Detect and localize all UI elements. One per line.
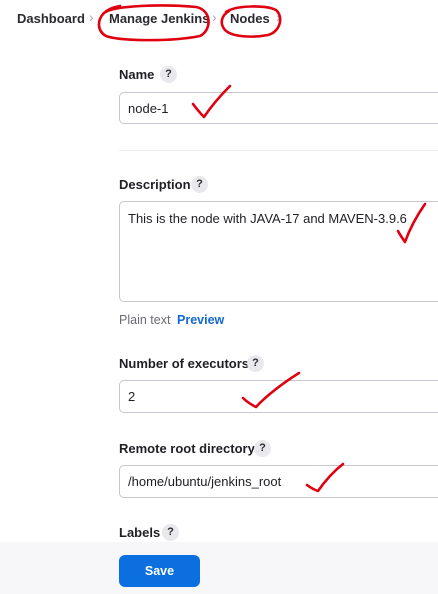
help-icon[interactable]: ? bbox=[191, 176, 208, 193]
save-button[interactable]: Save bbox=[119, 555, 200, 587]
name-value: node-1 bbox=[128, 100, 169, 116]
help-icon[interactable]: ? bbox=[160, 66, 177, 83]
bottom-action-bar bbox=[0, 542, 438, 594]
name-label: Name bbox=[119, 67, 155, 82]
remote-root-input[interactable]: /home/ubuntu/jenkins_root bbox=[119, 465, 438, 498]
breadcrumb: Dashboard › Manage Jenkins › Nodes › bbox=[0, 0, 438, 38]
preview-link[interactable]: Preview bbox=[177, 313, 224, 327]
breadcrumb-nodes[interactable]: Nodes bbox=[230, 11, 270, 26]
remote-root-value: /home/ubuntu/jenkins_root bbox=[128, 474, 282, 489]
executors-input[interactable]: 2 bbox=[119, 380, 438, 413]
executors-label: Number of executors bbox=[119, 356, 250, 371]
help-icon[interactable]: ? bbox=[162, 524, 179, 541]
description-value: This is the node with JAVA-17 and MAVEN-… bbox=[128, 211, 407, 226]
help-icon[interactable]: ? bbox=[247, 355, 264, 372]
description-label: Description bbox=[119, 177, 191, 192]
help-icon[interactable]: ? bbox=[254, 440, 271, 457]
breadcrumb-dashboard[interactable]: Dashboard bbox=[17, 11, 85, 26]
breadcrumb-separator-icon: › bbox=[276, 9, 281, 25]
executors-value: 2 bbox=[128, 389, 136, 404]
labels-label: Labels bbox=[119, 525, 161, 540]
breadcrumb-separator-icon: › bbox=[89, 9, 94, 25]
description-textarea[interactable]: This is the node with JAVA-17 and MAVEN-… bbox=[119, 201, 438, 302]
name-input[interactable]: node-1 bbox=[119, 92, 438, 124]
section-divider bbox=[119, 150, 438, 151]
breadcrumb-manage-jenkins[interactable]: Manage Jenkins bbox=[109, 11, 209, 26]
plain-text-label: Plain text bbox=[119, 313, 171, 327]
remote-root-label: Remote root directory bbox=[119, 441, 255, 456]
breadcrumb-separator-icon: › bbox=[212, 9, 217, 25]
